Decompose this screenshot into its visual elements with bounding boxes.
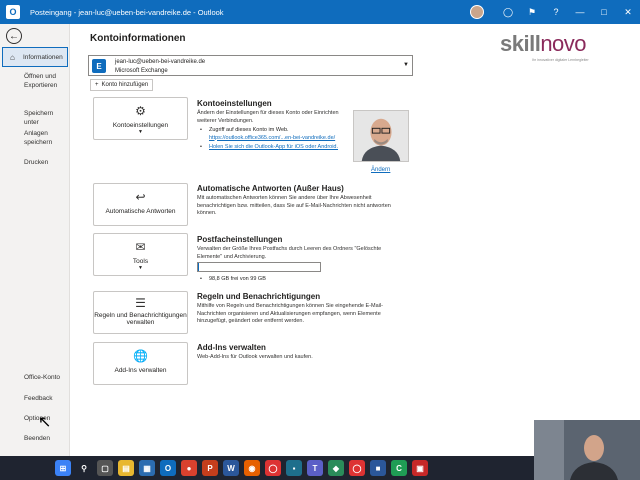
section-text: Mithilfe von Regeln und Benachrichtigung…: [197, 303, 383, 324]
account-settings-icon: ⚙: [135, 104, 146, 118]
app-icon[interactable]: ●: [181, 460, 197, 476]
globe-icon: 🌐: [133, 349, 148, 363]
rules-icon: ☰: [135, 296, 146, 310]
page-title: Kontoinformationen: [90, 33, 186, 44]
title-bar: O Posteingang - jean-luc@ueben-bei-vandr…: [0, 0, 640, 24]
backstage-nav: ← ⌂ Informationen Öffnen und Exportieren…: [0, 24, 70, 456]
nav-item-feedback[interactable]: Feedback: [2, 394, 68, 403]
user-avatar[interactable]: [470, 5, 484, 19]
profile-photo: [353, 110, 409, 162]
empty-right-area: [531, 24, 640, 456]
teams-icon[interactable]: T: [307, 460, 323, 476]
rules-button[interactable]: ☰ Regeln und Benachrichtigungen verwalte…: [93, 291, 188, 334]
chevron-down-icon: ▼: [403, 62, 409, 68]
word-icon[interactable]: W: [223, 460, 239, 476]
web-access-bullet: Zugriff auf dieses Konto im Web. https:/…: [197, 127, 347, 142]
file-explorer-icon[interactable]: ▤: [118, 460, 134, 476]
webcam-overlay: [534, 420, 640, 480]
account-type: Microsoft Exchange: [115, 68, 168, 74]
auto-reply-section: Automatische Antworten (Außer Haus) Mit …: [197, 184, 407, 218]
outlook-icon[interactable]: O: [160, 460, 176, 476]
skillnovo-logo: skillnovo Ihr innovativer digitaler Lern…: [488, 27, 630, 71]
auto-reply-icon: ↩: [135, 190, 146, 204]
plus-icon: +: [95, 82, 99, 88]
app-icon[interactable]: ■: [370, 460, 386, 476]
change-photo-link[interactable]: Ändern: [371, 167, 390, 173]
window-title: Posteingang - jean-luc@ueben-bei-vandrei…: [30, 7, 224, 17]
close-icon[interactable]: ✕: [616, 0, 640, 24]
main-pane: Kontoinformationen E jean-luc@ueben-bei-…: [71, 24, 531, 456]
chrome-icon[interactable]: ◯: [349, 460, 365, 476]
account-settings-section: Kontoeinstellungen Ändern der Einstellun…: [197, 99, 347, 152]
nav-item-office-konto[interactable]: Office-Konto: [2, 373, 68, 382]
app-icon[interactable]: ▪: [286, 460, 302, 476]
section-heading: Regeln und Benachrichtigungen: [197, 292, 321, 301]
add-account-button[interactable]: + Konto hinzufügen: [90, 79, 154, 91]
outlook-icon: O: [6, 5, 20, 19]
nav-item-beenden[interactable]: Beenden: [2, 434, 68, 443]
mailbox-section: Postfacheinstellungen Verwalten der Größ…: [197, 235, 407, 261]
mailbox-quota-bar: [197, 262, 321, 272]
owa-link[interactable]: https://outlook.office365.com/...en-bei-…: [209, 135, 335, 141]
minimize-icon[interactable]: —: [568, 0, 592, 24]
chevron-down-icon: ▼: [138, 129, 143, 135]
manage-addins-button[interactable]: 🌐 Add-Ins verwalten: [93, 342, 188, 385]
auto-reply-button[interactable]: ↩ Automatische Antworten: [93, 183, 188, 226]
windows-start-icon[interactable]: ⊞: [55, 460, 71, 476]
nav-item-anlagen-speichern[interactable]: Anlagen speichern: [2, 129, 68, 147]
account-settings-button[interactable]: ⚙ Kontoeinstellungen ▼: [93, 97, 188, 140]
app-icon[interactable]: ◆: [328, 460, 344, 476]
section-text: Verwalten der Größe Ihres Postfachs durc…: [197, 246, 382, 260]
presenter-video-icon: [534, 420, 640, 480]
section-heading: Add-Ins verwalten: [197, 343, 266, 352]
nav-item-oeffnen-exportieren[interactable]: Öffnen und Exportieren: [2, 72, 68, 90]
account-dropdown[interactable]: E jean-luc@ueben-bei-vandreike.de Micros…: [88, 55, 413, 76]
powerpoint-icon[interactable]: P: [202, 460, 218, 476]
lightbulb-icon[interactable]: ◯: [496, 0, 520, 24]
app-icon[interactable]: ▣: [412, 460, 428, 476]
tools-button[interactable]: ✉ Tools ▼: [93, 233, 188, 276]
mouse-cursor-icon: ↖: [38, 414, 52, 431]
nav-item-speichern-unter[interactable]: Speichern unter: [2, 109, 68, 127]
chrome-icon[interactable]: ◯: [265, 460, 281, 476]
rules-section: Regeln und Benachrichtigungen Mithilfe v…: [197, 292, 407, 326]
section-heading: Automatische Antworten (Außer Haus): [197, 184, 344, 193]
section-text: Ändern der Einstellungen für dieses Kont…: [197, 110, 339, 124]
section-text: Mit automatischen Antworten können Sie a…: [197, 195, 391, 216]
home-icon: ⌂: [10, 53, 15, 62]
camtasia-icon[interactable]: C: [391, 460, 407, 476]
nav-item-optionen[interactable]: Optionen: [2, 414, 68, 423]
nav-item-drucken[interactable]: Drucken: [2, 158, 68, 167]
mobile-app-link[interactable]: Holen Sie sich die Outlook-App für iOS o…: [209, 144, 338, 150]
section-heading: Postfacheinstellungen: [197, 235, 283, 244]
task-view-icon[interactable]: ▢: [97, 460, 113, 476]
section-heading: Kontoeinstellungen: [197, 99, 272, 108]
help-icon[interactable]: ?: [544, 0, 568, 24]
mailbox-quota-text: • 98,8 GB frei von 99 GB: [200, 276, 266, 282]
mobile-app-bullet: Holen Sie sich die Outlook-App für iOS o…: [197, 144, 347, 152]
section-text: Web-Add-Ins für Outlook verwalten und ka…: [197, 354, 313, 360]
taskbar: ⊞ ⚲ ▢ ▤ ▦ O ● P W ◉ ◯ ▪ T ◆ ◯ ■ C ▣: [0, 456, 534, 480]
nav-item-informationen[interactable]: ⌂ Informationen: [2, 47, 68, 67]
mailbox-tools-icon: ✉: [135, 240, 146, 254]
flag-icon[interactable]: ⚑: [520, 0, 544, 24]
account-email: jean-luc@ueben-bei-vandreike.de: [115, 59, 206, 65]
person-photo-icon: [354, 111, 408, 161]
exchange-icon: E: [92, 59, 106, 73]
calendar-icon[interactable]: ▦: [139, 460, 155, 476]
firefox-icon[interactable]: ◉: [244, 460, 260, 476]
chevron-down-icon: ▼: [138, 265, 143, 271]
mailbox-quota-fill: [198, 263, 200, 271]
back-arrow-icon[interactable]: ←: [6, 28, 22, 44]
maximize-icon[interactable]: □: [592, 0, 616, 24]
addins-section: Add-Ins verwalten Web-Add-Ins für Outloo…: [197, 343, 407, 362]
search-icon[interactable]: ⚲: [76, 460, 92, 476]
